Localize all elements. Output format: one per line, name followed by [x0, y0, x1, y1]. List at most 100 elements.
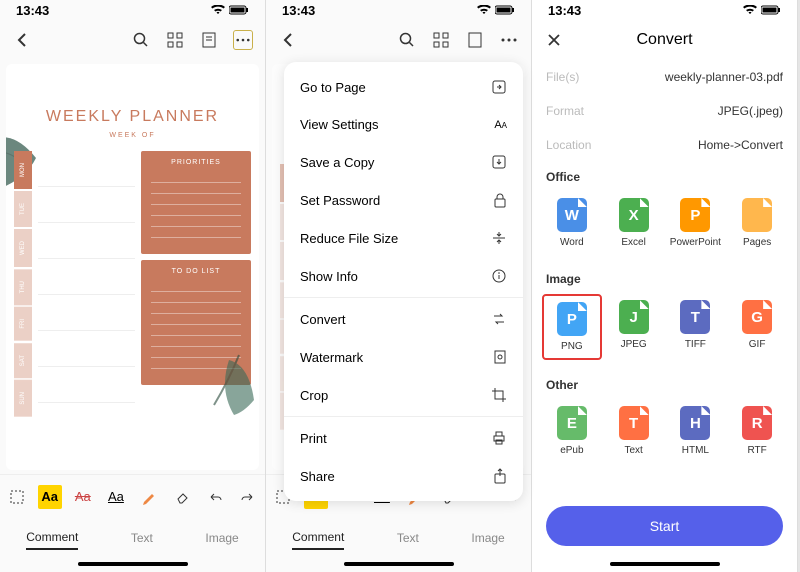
more-icon[interactable]	[499, 30, 519, 50]
select-tool[interactable]	[5, 485, 29, 509]
compress-icon	[491, 230, 507, 246]
format-powerpoint[interactable]: PPowerPoint	[666, 192, 726, 254]
format-excel[interactable]: XExcel	[604, 192, 664, 254]
section-other: Other	[532, 370, 797, 396]
textsize-icon: AA	[494, 119, 507, 131]
tab-text[interactable]: Text	[397, 527, 419, 549]
format-text[interactable]: TText	[604, 400, 664, 462]
day-tab: SUN	[14, 380, 32, 417]
menu-set-password[interactable]: Set Password	[284, 181, 523, 219]
format-png[interactable]: PPNG	[542, 294, 602, 360]
strikethrough-tool[interactable]: Aa	[71, 485, 95, 509]
format-epub[interactable]: EePub	[542, 400, 602, 462]
close-icon[interactable]	[544, 30, 564, 50]
back-icon[interactable]	[278, 30, 298, 50]
eraser-tool[interactable]	[170, 485, 194, 509]
page-icon[interactable]	[199, 30, 219, 50]
format-tiff[interactable]: TTIFF	[666, 294, 726, 360]
status-icons	[743, 5, 781, 15]
start-button[interactable]: Start	[546, 506, 783, 546]
status-time: 13:43	[16, 3, 49, 18]
convert-header: Convert	[532, 20, 797, 60]
tab-comment[interactable]: Comment	[26, 526, 78, 550]
annotation-toolbar: Aa Aa Aa	[0, 474, 265, 518]
bottom-tabs: Comment Text Image	[0, 518, 265, 558]
redo-tool[interactable]	[236, 485, 260, 509]
battery-icon	[761, 5, 781, 15]
print-icon	[491, 430, 507, 446]
back-icon[interactable]	[12, 30, 32, 50]
day-tab: MON	[14, 151, 32, 189]
menu-reduce-size[interactable]: Reduce File Size	[284, 219, 523, 257]
status-icons	[211, 5, 249, 15]
grid-icon[interactable]	[431, 30, 451, 50]
undo-tool[interactable]	[203, 485, 227, 509]
save-icon	[491, 154, 507, 170]
bottom-tabs: Comment Text Image	[266, 518, 531, 558]
wifi-icon	[743, 5, 757, 15]
planner-title: WEEKLY PLANNER	[6, 64, 259, 132]
wifi-icon	[477, 5, 491, 15]
goto-icon	[491, 79, 507, 95]
status-bar: 13:43	[532, 0, 797, 20]
tab-image[interactable]: Image	[471, 527, 504, 549]
menu-goto[interactable]: Go to Page	[284, 68, 523, 106]
pen-tool[interactable]	[137, 485, 161, 509]
watermark-icon	[493, 349, 507, 365]
menu-view-settings[interactable]: View SettingsAA	[284, 106, 523, 143]
menu-show-info[interactable]: Show Info	[284, 257, 523, 295]
search-icon[interactable]	[131, 30, 151, 50]
share-icon	[493, 468, 507, 484]
format-rtf[interactable]: RRTF	[727, 400, 787, 462]
leaf-decoration-icon	[199, 330, 259, 420]
office-grid: WWord XExcel PPowerPoint Pages	[532, 188, 797, 264]
menu-convert[interactable]: Convert	[284, 300, 523, 338]
menu-print[interactable]: Print	[284, 419, 523, 457]
section-image: Image	[532, 264, 797, 290]
menu-share[interactable]: Share	[284, 457, 523, 495]
underline-tool[interactable]: Aa	[104, 485, 128, 509]
document-view[interactable]: WEEKLY PLANNER WEEK OF MON TUE WED THU F…	[6, 64, 259, 470]
search-icon[interactable]	[397, 30, 417, 50]
status-time: 13:43	[548, 3, 581, 18]
topbar	[0, 20, 265, 60]
panel-convert: 13:43 Convert File(s)weekly-planner-03.p…	[532, 0, 798, 572]
topbar	[266, 20, 531, 60]
format-gif[interactable]: GGIF	[727, 294, 787, 360]
tab-comment[interactable]: Comment	[292, 526, 344, 550]
menu-watermark[interactable]: Watermark	[284, 338, 523, 376]
menu-crop[interactable]: Crop	[284, 376, 523, 414]
crop-icon	[491, 387, 507, 403]
status-icons	[477, 5, 515, 15]
tab-text[interactable]: Text	[131, 527, 153, 549]
day-tab: TUE	[14, 191, 32, 227]
more-menu: Go to Page View SettingsAA Save a Copy S…	[284, 62, 523, 501]
more-icon[interactable]	[233, 30, 253, 50]
day-tab: SAT	[14, 343, 32, 378]
section-office: Office	[532, 162, 797, 188]
info-files[interactable]: File(s)weekly-planner-03.pdf	[532, 60, 797, 94]
info-location[interactable]: LocationHome->Convert	[532, 128, 797, 162]
format-jpeg[interactable]: JJPEG	[604, 294, 664, 360]
panel-viewer: 13:43 WEEKLY PLANNER WEEK OF MON TUE WED…	[0, 0, 266, 572]
day-tab: FRI	[14, 307, 32, 341]
menu-save-copy[interactable]: Save a Copy	[284, 143, 523, 181]
format-word[interactable]: WWord	[542, 192, 602, 254]
format-pages[interactable]: Pages	[727, 192, 787, 254]
battery-icon	[495, 5, 515, 15]
page-icon[interactable]	[465, 30, 485, 50]
info-format[interactable]: FormatJPEG(.jpeg)	[532, 94, 797, 128]
format-html[interactable]: HHTML	[666, 400, 726, 462]
highlight-tool[interactable]: Aa	[38, 485, 62, 509]
convert-icon	[491, 311, 507, 327]
info-icon	[491, 268, 507, 284]
status-bar: 13:43	[266, 0, 531, 20]
panel-menu: 13:43 MONTUEWEDTHUFRISATSUN Go to Page V…	[266, 0, 532, 572]
priorities-card: PRIORITIES	[141, 151, 251, 254]
home-indicator	[344, 562, 454, 566]
lock-icon	[493, 192, 507, 208]
day-tab: WED	[14, 229, 32, 267]
tab-image[interactable]: Image	[205, 527, 238, 549]
other-grid: EePub TText HHTML RRTF	[532, 396, 797, 472]
grid-icon[interactable]	[165, 30, 185, 50]
